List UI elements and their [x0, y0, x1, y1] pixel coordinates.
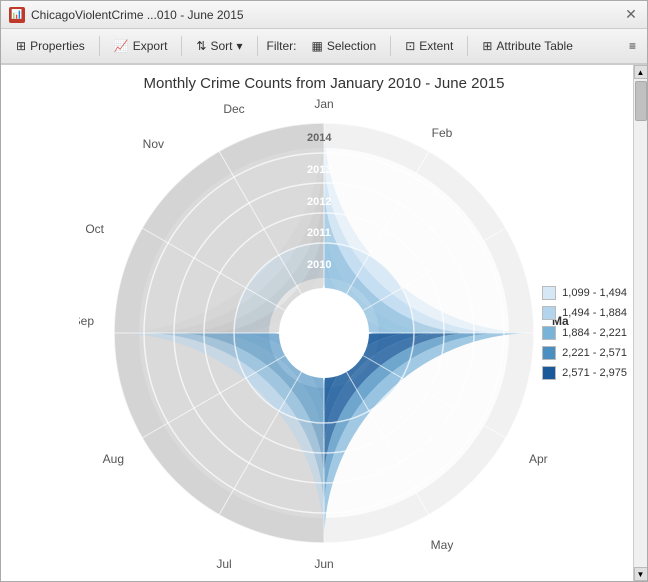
- month-dec: Dec: [223, 102, 244, 116]
- export-button[interactable]: 📈 Export: [105, 33, 177, 59]
- scroll-thumb[interactable]: [635, 81, 647, 121]
- legend-swatch-5: [542, 366, 556, 380]
- radial-chart: 2010 2011 2012 2013 2014 Jan Feb Mar Apr…: [79, 88, 569, 578]
- legend-label-5: 2,571 - 2,975: [562, 367, 627, 379]
- scroll-up-arrow[interactable]: ▲: [634, 65, 648, 79]
- month-sep: Sep: [79, 314, 94, 328]
- properties-icon: ⊞: [16, 39, 26, 53]
- year-label-2012: 2012: [307, 196, 331, 208]
- month-aug: Aug: [103, 452, 124, 466]
- toolbar: ⊞ Properties 📈 Export ⇅ Sort ▾ Filter: ▦…: [1, 29, 647, 65]
- legend-item-5: 2,571 - 2,975: [542, 366, 627, 380]
- selection-button[interactable]: ▦ Selection: [303, 33, 386, 59]
- legend-item-1: 1,099 - 1,494: [542, 286, 627, 300]
- app-icon: 📊: [9, 7, 25, 23]
- legend-item-4: 2,221 - 2,571: [542, 346, 627, 360]
- extent-icon: ⊡: [405, 39, 415, 53]
- year-label-2013: 2013: [307, 164, 331, 176]
- separator-1: [99, 36, 100, 56]
- month-jun: Jun: [314, 557, 333, 571]
- table-icon: ⊞: [482, 39, 492, 53]
- legend-swatch-1: [542, 286, 556, 300]
- legend-label-1: 1,099 - 1,494: [562, 287, 627, 299]
- scrollbar[interactable]: ▲ ▼: [633, 65, 647, 581]
- properties-button[interactable]: ⊞ Properties: [7, 33, 94, 59]
- legend-item-3: 1,884 - 2,221: [542, 326, 627, 340]
- sort-button[interactable]: ⇅ Sort ▾: [187, 33, 251, 59]
- menu-icon: ≡: [629, 39, 636, 53]
- close-button[interactable]: ✕: [623, 7, 639, 23]
- separator-2: [181, 36, 182, 56]
- content-area: Monthly Crime Counts from January 2010 -…: [1, 65, 647, 581]
- chart-legend: 1,099 - 1,494 1,494 - 1,884 1,884 - 2,22…: [542, 286, 627, 380]
- sort-dropdown-icon: ▾: [236, 39, 242, 53]
- year-label-2014: 2014: [307, 132, 332, 144]
- main-window: 📊 ChicagoViolentCrime ...010 - June 2015…: [0, 0, 648, 582]
- filter-label: Filter:: [263, 39, 301, 53]
- chart-area: 2010 2011 2012 2013 2014 Jan Feb Mar Apr…: [1, 92, 647, 573]
- separator-3: [257, 36, 258, 56]
- month-nov: Nov: [143, 137, 164, 151]
- month-jul: Jul: [216, 557, 231, 571]
- legend-swatch-4: [542, 346, 556, 360]
- separator-5: [467, 36, 468, 56]
- month-oct: Oct: [85, 222, 104, 236]
- export-icon: 📈: [114, 39, 129, 53]
- title-bar: 📊 ChicagoViolentCrime ...010 - June 2015…: [1, 1, 647, 29]
- month-apr: Apr: [529, 452, 548, 466]
- month-may: May: [431, 538, 454, 552]
- menu-button[interactable]: ≡: [624, 33, 641, 59]
- selection-icon: ▦: [312, 39, 323, 53]
- legend-label-4: 2,221 - 2,571: [562, 347, 627, 359]
- scroll-down-arrow[interactable]: ▼: [634, 567, 648, 581]
- month-jan: Jan: [314, 97, 333, 111]
- legend-label-2: 1,494 - 1,884: [562, 307, 627, 319]
- sort-icon: ⇅: [196, 39, 206, 53]
- legend-swatch-2: [542, 306, 556, 320]
- year-label-2011: 2011: [307, 227, 331, 239]
- attribute-table-button[interactable]: ⊞ Attribute Table: [473, 33, 582, 59]
- legend-item-2: 1,494 - 1,884: [542, 306, 627, 320]
- window-title: ChicagoViolentCrime ...010 - June 2015: [31, 8, 617, 22]
- year-label-2010: 2010: [307, 259, 331, 271]
- month-feb: Feb: [432, 126, 453, 140]
- separator-4: [390, 36, 391, 56]
- legend-swatch-3: [542, 326, 556, 340]
- extent-button[interactable]: ⊡ Extent: [396, 33, 462, 59]
- legend-label-3: 1,884 - 2,221: [562, 327, 627, 339]
